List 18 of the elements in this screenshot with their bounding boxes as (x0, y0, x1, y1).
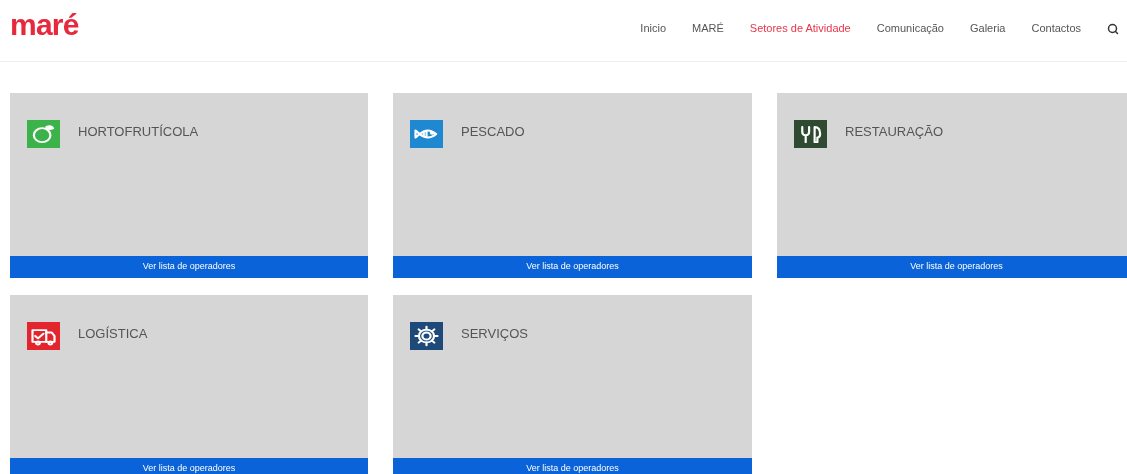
nav-link[interactable]: Galeria (970, 20, 1006, 37)
nav-link[interactable]: MARÉ (692, 20, 724, 37)
logo[interactable]: maré (10, 9, 79, 40)
sector-title: SERVIÇOS (461, 325, 528, 343)
sector-title: LOGÍSTICA (78, 325, 148, 343)
sector-title: RESTAURAÇÃO (845, 123, 943, 141)
operators-button[interactable]: Ver lista de operadores (393, 256, 752, 278)
nav-link[interactable]: Setores de Atividade (749, 20, 851, 37)
operators-button[interactable]: Ver lista de operadores (393, 458, 752, 474)
sector-title: HORTOFRUTÍCOLA (78, 123, 199, 141)
operators-button[interactable]: Ver lista de operadores (777, 256, 1127, 278)
operators-button[interactable]: Ver lista de operadores (10, 458, 368, 474)
nav-link[interactable]: Inicio (640, 20, 667, 37)
sector-title: PESCADO (461, 123, 525, 141)
nav-link[interactable]: Comunicação (876, 20, 944, 37)
search-icon[interactable] (1107, 22, 1119, 35)
nav-link[interactable]: Contactos (1031, 20, 1081, 37)
operators-button[interactable]: Ver lista de operadores (10, 256, 368, 278)
